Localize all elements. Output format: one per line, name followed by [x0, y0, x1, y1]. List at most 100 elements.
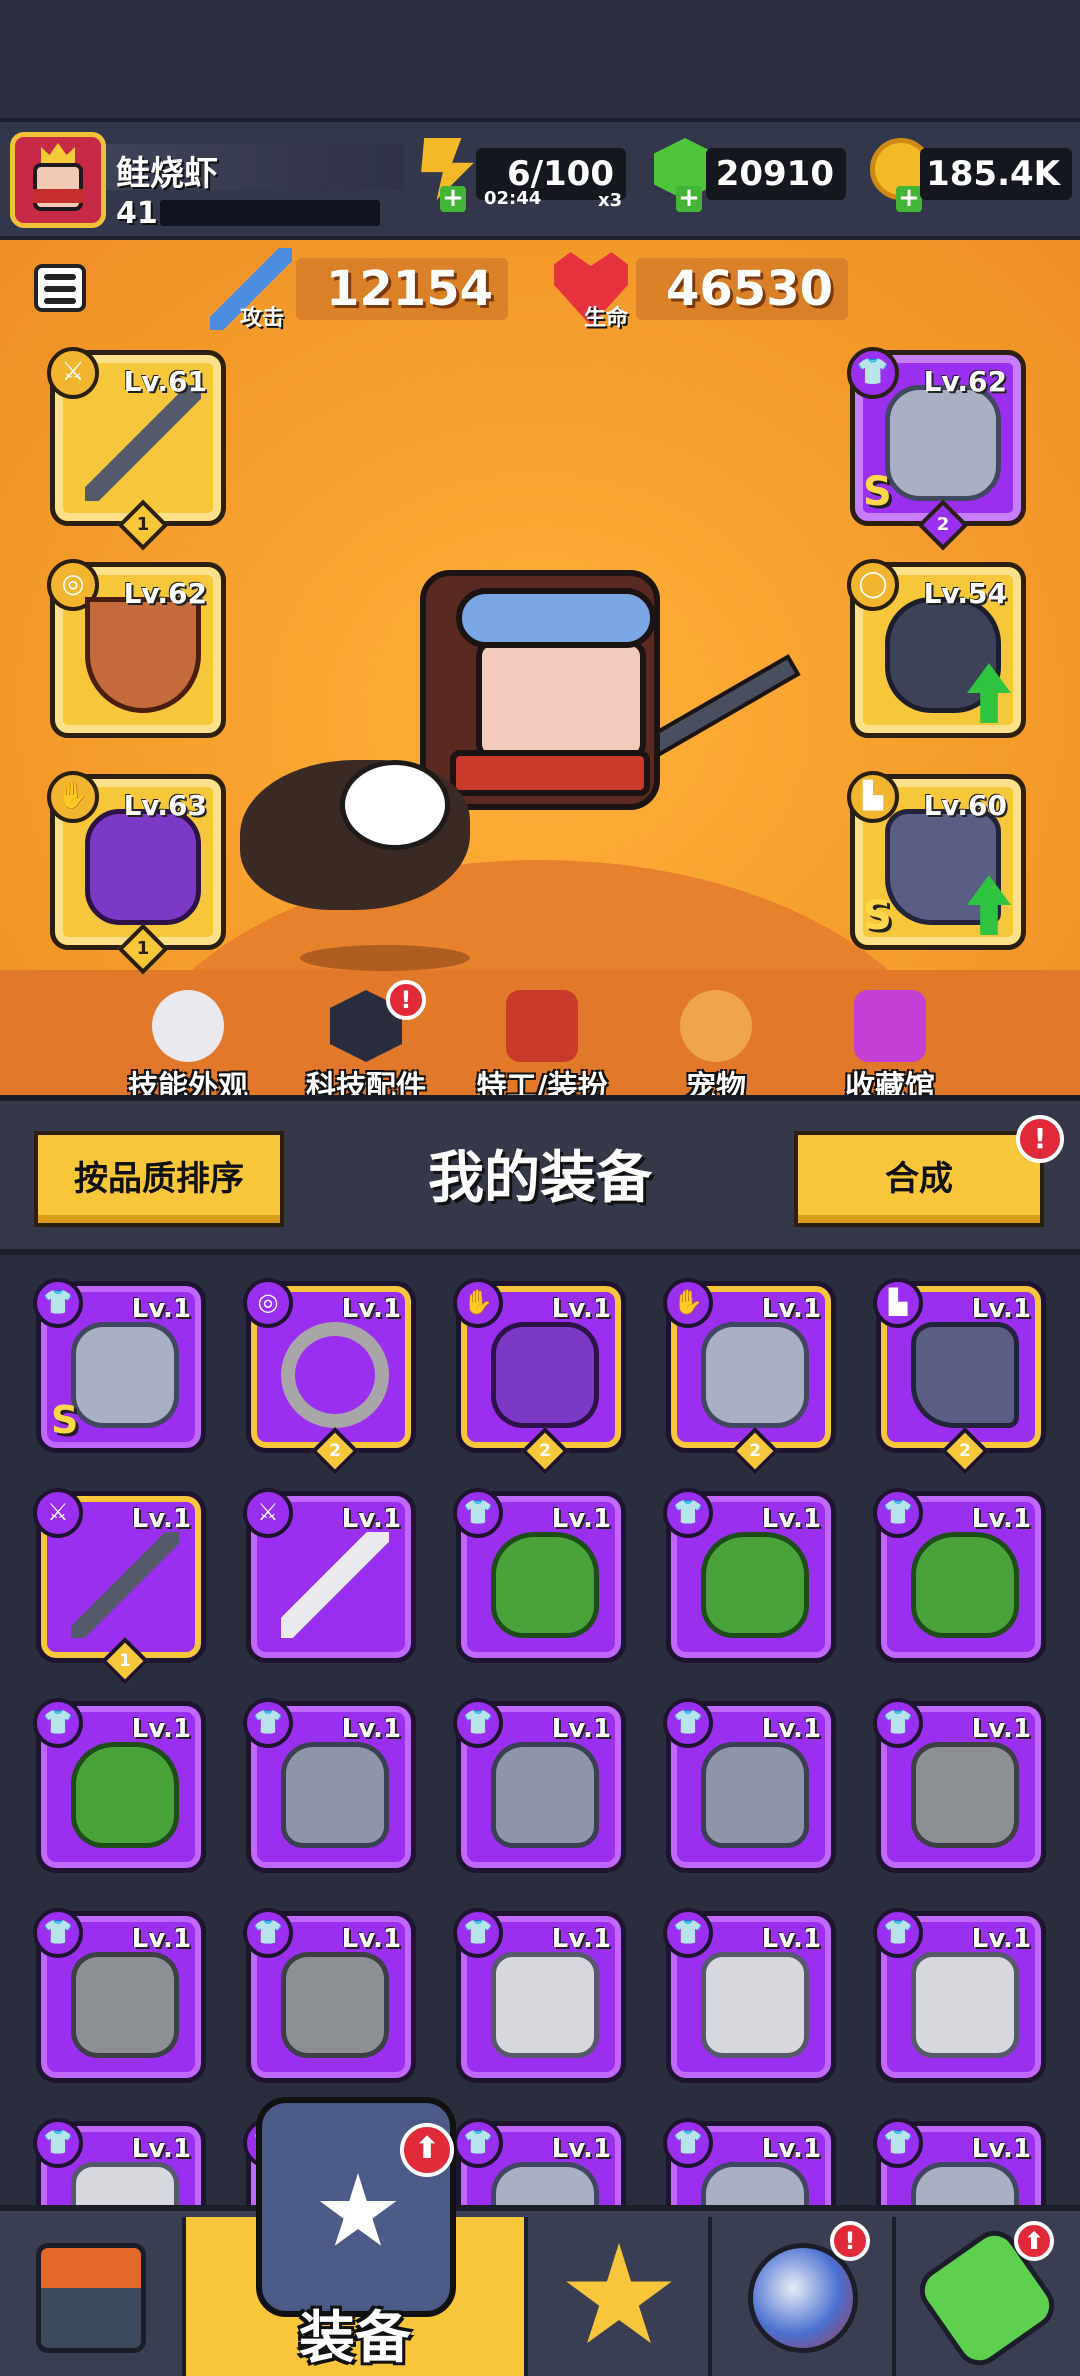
nav-tab-evolution[interactable]: ⬆	[896, 2217, 1080, 2376]
silver-plate-armor-icon	[701, 1742, 809, 1848]
item-level: Lv.1	[131, 1294, 191, 1324]
inventory-item[interactable]: ◎ Lv.1 2	[243, 1278, 416, 1476]
armor-type-icon: 👕	[663, 1908, 713, 1958]
inventory-item[interactable]: 👕 Lv.1	[663, 2118, 836, 2205]
equipped-necklace-slot[interactable]: ◎ Lv.62	[47, 559, 226, 738]
item-level: Lv.1	[341, 1504, 401, 1534]
inventory-item[interactable]: 👕 Lv.1	[873, 1908, 1046, 2083]
inventory-item[interactable]: ✋ Lv.1 2	[453, 1278, 626, 1476]
slot-level: Lv.63	[123, 789, 207, 822]
inventory-item[interactable]: 👕 Lv.1	[33, 1698, 206, 1873]
inventory-item[interactable]: 👕 Lv.1	[873, 2118, 1046, 2205]
tech-part-button[interactable]: 科技配件 !	[276, 980, 456, 1105]
inventory-item[interactable]: 👕 Lv.1	[663, 1488, 836, 1663]
coin-value: 185.4K	[920, 148, 1072, 200]
inventory-item[interactable]: 👕 Lv.1	[33, 1908, 206, 2083]
top-bar: 鲑烧虾 41 + 6/100 02:44 x3 + 20910 + 185.4K	[0, 118, 1080, 240]
purple-glove-icon	[85, 809, 201, 925]
belt-type-icon: ◯	[847, 559, 899, 611]
inventory-item[interactable]: 👕 Lv.1	[873, 1698, 1046, 1873]
equipped-belt-slot[interactable]: ◯ Lv.54	[847, 559, 1026, 738]
sort-by-quality-button[interactable]: 按品质排序	[34, 1131, 284, 1227]
nav-tab-equipment[interactable]: ⬆ 装备	[186, 2097, 528, 2376]
inventory-item[interactable]: ▙ Lv.1 2	[873, 1278, 1046, 1476]
skill-skin-icon	[152, 990, 224, 1062]
inventory-item[interactable]: 👕 Lv.1	[453, 1488, 626, 1663]
player-avatar[interactable]	[10, 132, 106, 228]
pet-button[interactable]: 宠物	[626, 990, 806, 1105]
armor-type-icon: 👕	[847, 347, 899, 399]
nav-tab-shop[interactable]	[0, 2217, 186, 2376]
skill-skin-button[interactable]: 技能外观	[98, 990, 278, 1105]
silver-plate-armor-icon	[491, 1742, 599, 1848]
inventory-item[interactable]: 👕 Lv.1	[873, 1488, 1046, 1663]
inventory-item[interactable]: 👕 Lv.1	[663, 1908, 836, 2083]
item-level: Lv.1	[971, 1294, 1031, 1324]
pet-icon	[680, 990, 752, 1062]
armor-type-icon: 👕	[873, 1908, 923, 1958]
white-vest-armor-icon	[911, 1952, 1019, 2058]
merge-button[interactable]: 合成	[794, 1131, 1044, 1227]
kunai-icon	[71, 1532, 179, 1638]
player-name: 鲑烧虾	[116, 154, 218, 194]
item-level: Lv.1	[341, 1714, 401, 1744]
armor-type-icon: 👕	[873, 1698, 923, 1748]
health-label: 生命	[584, 306, 629, 331]
armor-type-icon: 👕	[243, 1908, 293, 1958]
merge-count: 2	[520, 1426, 570, 1476]
armor-type-icon: 👕	[33, 1278, 83, 1328]
inventory-item[interactable]: 👕 Lv.1	[243, 1908, 416, 2083]
menu-button[interactable]	[34, 264, 86, 312]
nav-tab-battle[interactable]	[528, 2217, 712, 2376]
upgrade-badge: ⬆	[1014, 2221, 1054, 2261]
inventory-item[interactable]: 👕 Lv.1	[33, 2118, 206, 2205]
armor-type-icon: 👕	[33, 1698, 83, 1748]
collection-button[interactable]: 收藏馆	[800, 990, 980, 1105]
inventory-item[interactable]: ⚔ Lv.1	[243, 1488, 416, 1663]
inventory-item[interactable]: ⚔ Lv.1 1	[33, 1488, 206, 1686]
item-level: Lv.1	[131, 1714, 191, 1744]
energy-multiplier: x3	[598, 190, 623, 211]
armor-type-icon: 👕	[243, 1698, 293, 1748]
inventory-item[interactable]: 👕 Lv.1	[663, 1698, 836, 1873]
equipped-boots-slot[interactable]: ▙ Lv.60 S	[847, 771, 1026, 950]
inventory-item[interactable]: 👕 Lv.1	[453, 2118, 626, 2205]
shop-icon	[36, 2243, 146, 2353]
nav-tab-gacha[interactable]: !	[712, 2217, 896, 2376]
item-level: Lv.1	[971, 1504, 1031, 1534]
alert-badge: !	[386, 980, 426, 1020]
attack-label: 攻击	[240, 306, 285, 331]
equipped-armor-slot[interactable]: 👕 Lv.62 S 2	[847, 347, 1026, 551]
white-vest-armor-icon	[701, 1952, 809, 2058]
item-level: Lv.1	[131, 2134, 191, 2164]
add-gems-button[interactable]: +	[676, 185, 702, 212]
inventory-item[interactable]: 👕 Lv.1	[453, 1698, 626, 1873]
fang-necklace-icon	[85, 597, 201, 713]
item-level: Lv.1	[761, 1714, 821, 1744]
armor-type-icon: 👕	[663, 1488, 713, 1538]
agent-costume-button[interactable]: 特工/装扮	[452, 990, 632, 1105]
merge-alert-badge: !	[1016, 1115, 1064, 1163]
hero-panel: 12154 攻击 46530 生命 ⚔ Lv.61 1 ◎ Lv.62 ✋ Lv…	[0, 240, 1080, 1360]
white-vest-armor-icon	[491, 1952, 599, 2058]
grade-label: S	[51, 1398, 79, 1442]
armor-type-icon: 👕	[663, 1698, 713, 1748]
battle-icon	[566, 2243, 672, 2344]
add-energy-button[interactable]: +	[440, 185, 466, 212]
item-level: Lv.1	[551, 2134, 611, 2164]
armor-type-icon: 👕	[453, 1488, 503, 1538]
inventory-item[interactable]: ✋ Lv.1 2	[663, 1278, 836, 1476]
add-coins-button[interactable]: +	[896, 185, 922, 212]
inventory-item[interactable]: 👕 Lv.1 S	[33, 1278, 206, 1453]
nav-tab-label: 装备	[299, 2306, 411, 2371]
equipped-weapon-slot[interactable]: ⚔ Lv.61 1	[47, 347, 226, 551]
item-level: Lv.1	[971, 2134, 1031, 2164]
merge-count: 1	[117, 499, 169, 551]
equipped-glove-slot[interactable]: ✋ Lv.63 1	[47, 771, 226, 975]
item-level: Lv.1	[131, 1924, 191, 1954]
blue-boot-icon	[911, 1322, 1019, 1428]
grade-label: S	[863, 893, 892, 939]
inventory-item[interactable]: 👕 Lv.1	[243, 1698, 416, 1873]
stone-gem-armor-icon	[71, 1952, 179, 2058]
inventory-item[interactable]: 👕 Lv.1	[453, 1908, 626, 2083]
